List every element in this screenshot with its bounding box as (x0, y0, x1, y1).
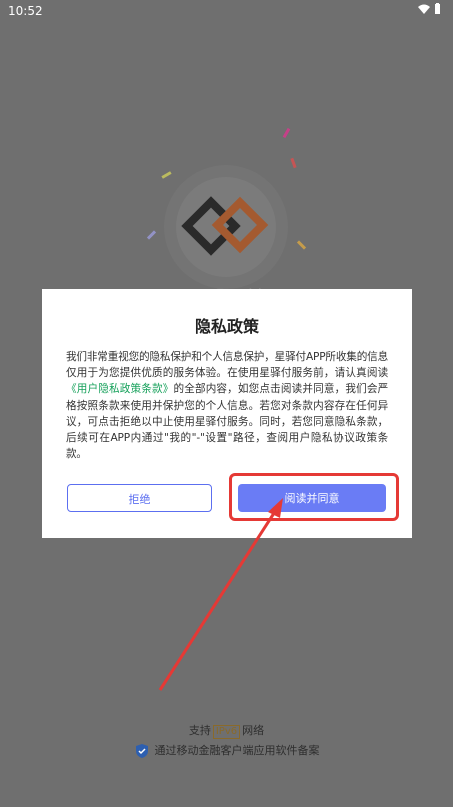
filing-notice: 通过移动金融客户端应用软件备案 (0, 742, 453, 759)
status-bar: 10:52 (0, 0, 453, 22)
support-suffix: 网络 (242, 724, 265, 737)
ipv6-support: 支持 IPv6 网络 (0, 722, 453, 739)
body-text-1: 我们非常重视您的隐私保护和个人信息保护，星驿付APP所收集的信息仅用于为您提供优… (66, 351, 388, 380)
status-time: 10:52 (8, 4, 43, 18)
dialog-title: 隐私政策 (194, 317, 259, 336)
shield-icon (135, 744, 148, 758)
annotation-highlight-box (229, 473, 399, 521)
confetti-decoration (161, 171, 172, 179)
confetti-decoration (290, 157, 297, 169)
reject-button[interactable]: 拒绝 (67, 484, 212, 512)
dialog-body: 我们非常重视您的隐私保护和个人信息保护，星驿付APP所收集的信息仅用于为您提供优… (66, 349, 388, 462)
ipv6-badge: IPv6 (212, 725, 241, 739)
app-logo (176, 177, 276, 277)
wifi-icon (418, 4, 430, 14)
status-icons (418, 3, 441, 15)
confetti-decoration (282, 127, 291, 139)
battery-icon (435, 3, 440, 14)
confetti-decoration (146, 230, 157, 240)
privacy-policy-link[interactable]: 《用户隐私政策条款》 (66, 383, 174, 395)
confetti-decoration (296, 240, 307, 250)
support-prefix: 支持 (188, 724, 211, 737)
filing-text: 通过移动金融客户端应用软件备案 (154, 744, 320, 757)
